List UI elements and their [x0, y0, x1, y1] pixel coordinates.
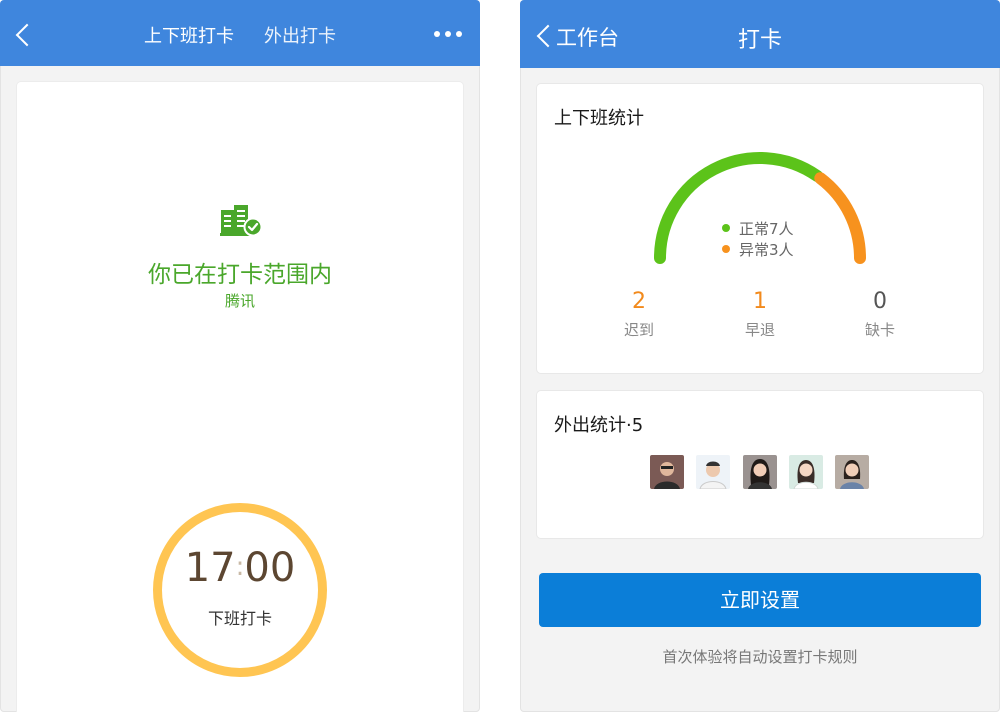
clock-minute: 00 [244, 545, 296, 591]
clock-label: 下班打卡 [207, 609, 272, 628]
tab-outing-checkin[interactable]: 外出打卡 [264, 22, 336, 48]
clock-separator-icon: : [235, 552, 245, 582]
legend-abnormal: 异常3人 [722, 239, 794, 260]
legend-abnormal-label: 异常3人 [739, 241, 794, 259]
building-check-icon [220, 205, 263, 237]
page-title: 打卡 [737, 28, 782, 53]
attendance-title: 上下班统计 [554, 108, 644, 129]
outing-title: 外出统计·5 [554, 415, 644, 436]
status-title: 你已在打卡范围内 [148, 262, 332, 288]
nav-bar: 上下班打卡 外出打卡 [0, 0, 480, 66]
avatar[interactable] [743, 455, 777, 489]
legend-normal-label: 正常7人 [739, 220, 794, 238]
check-in-screen: 上下班打卡 外出打卡 你已在打卡范围内 腾讯 17:00 下班打卡 [0, 0, 480, 712]
back-chevron-icon[interactable] [15, 23, 39, 47]
location-label: 腾讯 [224, 292, 255, 310]
stat-label: 早退 [744, 321, 775, 339]
nav-bar: 工作台 打卡 [520, 0, 1000, 68]
avatar[interactable] [835, 455, 869, 489]
legend-normal: 正常7人 [722, 218, 794, 239]
avatar[interactable] [696, 455, 730, 489]
stat-label: 缺卡 [864, 321, 895, 339]
setup-now-button[interactable]: 立即设置 [539, 573, 981, 627]
more-dots-icon[interactable] [434, 31, 462, 37]
clock-time: 17:00 [162, 545, 318, 591]
gauge-abnormal-arc [814, 172, 866, 264]
stat-label: 迟到 [623, 321, 654, 339]
avatar[interactable] [650, 455, 684, 489]
checkin-clock-button[interactable]: 17:00 下班打卡 [153, 503, 327, 677]
stat-value: 0 [873, 289, 887, 314]
clock-hour: 17 [184, 545, 236, 591]
statistics-screen: 工作台 打卡 上下班统计 正常7人 异常3人 2 迟到 1 早退 0 缺卡 外出… [520, 0, 1000, 712]
legend-dot-abnormal [722, 245, 730, 253]
stat-value: 1 [753, 289, 767, 314]
setup-hint: 首次体验将自动设置打卡规则 [662, 648, 858, 666]
stat-value: 2 [632, 289, 646, 314]
attendance-stats-card: 上下班统计 正常7人 异常3人 2 迟到 1 早退 0 缺卡 [537, 84, 983, 373]
tab-commute-checkin[interactable]: 上下班打卡 [144, 22, 234, 48]
avatar[interactable] [789, 455, 823, 489]
checkin-card: 你已在打卡范围内 腾讯 17:00 下班打卡 [17, 82, 463, 712]
outing-stats-card[interactable]: 外出统计·5 [537, 391, 983, 538]
legend-dot-normal [722, 224, 730, 232]
